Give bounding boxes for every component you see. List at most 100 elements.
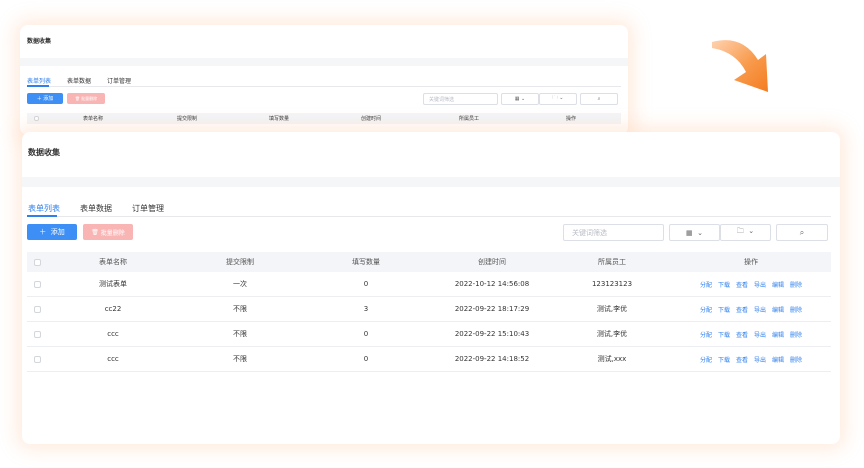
main-card: 数据收集 表单列表 表单数据 订单管理 ＋ 添加 🗑 批量删除 关键词筛选 ▦ …: [22, 132, 840, 444]
view-link[interactable]: 查看: [736, 332, 748, 339]
download-link[interactable]: 下载: [718, 307, 730, 314]
assign-link[interactable]: 分配: [700, 307, 712, 314]
tab-divider: [27, 86, 621, 87]
column-header: 操作: [744, 258, 758, 266]
edit-link[interactable]: 编辑: [772, 332, 784, 339]
created-time: 2022-10-12 14:56:08: [454, 280, 530, 288]
tab-order-management[interactable]: 订单管理: [132, 203, 164, 214]
submit-limit: 不限: [233, 305, 247, 313]
add-button[interactable]: ＋ 添加: [27, 93, 63, 104]
submit-limit: 一次: [233, 280, 247, 288]
download-link[interactable]: 下载: [718, 332, 730, 339]
folder-select[interactable]: 🗀 ⌄: [720, 224, 771, 241]
staff: 123123123: [591, 280, 633, 288]
view-link[interactable]: 查看: [736, 307, 748, 314]
page-title: 数据收集: [27, 38, 52, 45]
view-select[interactable]: ▦ ⌄: [669, 224, 720, 241]
table-row: 测试表单 一次 0 2022-10-12 14:56:08 123123123 …: [27, 272, 831, 297]
fill-count: 3: [363, 305, 369, 313]
export-link[interactable]: 导出: [754, 307, 766, 314]
tab-form-data[interactable]: 表单数据: [67, 76, 91, 85]
preview-card: 数据收集 表单列表 表单数据 订单管理 ＋ 添加 🗑 批量删除 关键词筛选 ▦ …: [20, 25, 628, 135]
column-header: 表单名称: [82, 116, 103, 122]
edit-link[interactable]: 编辑: [772, 307, 784, 314]
tab-form-list[interactable]: 表单列表: [28, 203, 60, 214]
assign-link[interactable]: 分配: [700, 357, 712, 364]
staff: 测试,xxx: [597, 355, 627, 363]
export-link[interactable]: 导出: [754, 282, 766, 289]
row-checkbox[interactable]: [33, 280, 41, 288]
table-row: ccc 不限 0 2022-09-22 15:10:43 测试,李优 分配 下载查…: [27, 322, 831, 347]
row-actions: 分配 下载 查看 导出 编辑 删除: [671, 355, 831, 364]
staff: 测试,李优: [596, 330, 628, 338]
batch-delete-label: 批量删除: [100, 229, 125, 237]
tab-order-management[interactable]: 订单管理: [107, 76, 131, 85]
batch-delete-button[interactable]: 🗑 批量删除: [83, 224, 133, 240]
add-button[interactable]: ＋ 添加: [27, 224, 77, 240]
column-header: 所属员工: [458, 116, 479, 122]
tab-form-list[interactable]: 表单列表: [27, 76, 51, 85]
folder-icon: 🗀 ⌄: [736, 227, 755, 235]
search-input[interactable]: 关键词筛选: [423, 93, 498, 105]
batch-delete-button[interactable]: 🗑 批量删除: [67, 93, 105, 104]
search-button[interactable]: ⌕: [580, 93, 618, 105]
column-header: 创建时间: [360, 116, 381, 122]
export-link[interactable]: 导出: [754, 332, 766, 339]
column-header: 提交限制: [226, 258, 254, 266]
row-checkbox[interactable]: [33, 330, 41, 338]
export-link[interactable]: 导出: [754, 357, 766, 364]
fill-count: 0: [363, 280, 369, 288]
created-time: 2022-09-22 14:18:52: [454, 355, 530, 363]
delete-link[interactable]: 删除: [790, 282, 802, 289]
folder-select[interactable]: 🗀 ⌄: [539, 93, 577, 105]
table-header: 表单名称 提交限制 填写数量 创建时间 所属员工 操作: [27, 113, 621, 124]
plus-icon: ＋: [39, 228, 51, 236]
grid-icon: ▦ ⌄: [514, 96, 526, 102]
column-header: 填写数量: [268, 116, 289, 122]
view-link[interactable]: 查看: [736, 282, 748, 289]
search-input[interactable]: 关键词筛选: [563, 224, 664, 241]
column-header: 操作: [565, 116, 576, 122]
row-actions: 分配 下载 查看 导出 编辑 删除: [671, 330, 831, 339]
batch-delete-label: 批量删除: [81, 95, 98, 101]
delete-link[interactable]: 删除: [790, 307, 802, 314]
row-actions: 分配 下载 查看 导出 编辑 删除: [671, 280, 831, 289]
edit-link[interactable]: 编辑: [772, 282, 784, 289]
edit-link[interactable]: 编辑: [772, 357, 784, 364]
delete-link[interactable]: 删除: [790, 357, 802, 364]
form-name: cc22: [104, 305, 122, 313]
column-header: 表单名称: [99, 258, 127, 266]
fill-count: 0: [363, 330, 369, 338]
view-select[interactable]: ▦ ⌄: [501, 93, 539, 105]
column-header: 所属员工: [598, 258, 626, 266]
search-placeholder: 关键词筛选: [429, 96, 455, 103]
search-placeholder: 关键词筛选: [572, 228, 607, 237]
assign-link[interactable]: 分配: [700, 332, 712, 339]
search-button[interactable]: ⌕: [776, 224, 828, 241]
tab-active-indicator: [27, 85, 49, 87]
created-time: 2022-09-22 15:10:43: [454, 330, 530, 338]
assign-link[interactable]: 分配: [700, 282, 712, 289]
fill-count: 0: [363, 355, 369, 363]
delete-link[interactable]: 删除: [790, 332, 802, 339]
download-link[interactable]: 下载: [718, 282, 730, 289]
page-title: 数据收集: [28, 148, 60, 157]
view-link[interactable]: 查看: [736, 357, 748, 364]
form-name: 测试表单: [99, 280, 127, 288]
row-checkbox[interactable]: [33, 355, 41, 363]
tab-bar: 表单列表 表单数据 订单管理: [27, 76, 131, 85]
select-all-checkbox[interactable]: [33, 116, 39, 121]
curved-arrow-icon: [712, 40, 768, 92]
folder-icon: 🗀 ⌄: [552, 95, 564, 101]
tab-form-data[interactable]: 表单数据: [80, 203, 112, 214]
grid-icon: ▦ ⌄: [686, 228, 703, 237]
row-checkbox[interactable]: [33, 305, 41, 313]
add-button-label: 添加: [50, 228, 65, 236]
column-header: 填写数量: [352, 258, 380, 266]
form-name: ccc: [107, 355, 119, 363]
tab-active-indicator: [27, 215, 57, 217]
select-all-checkbox[interactable]: [33, 258, 41, 266]
column-header: 提交限制: [176, 116, 197, 122]
download-link[interactable]: 下载: [718, 357, 730, 364]
header-band: [22, 177, 840, 187]
